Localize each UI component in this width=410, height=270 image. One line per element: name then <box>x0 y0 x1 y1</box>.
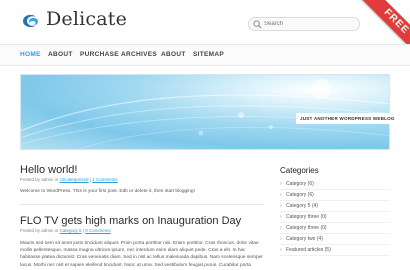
site-tagline: JUST ANOTHER WORDPRESS WEBLOG <box>296 113 399 124</box>
post-title-flo-tv[interactable]: FLO TV gets high marks on Inauguration D… <box>20 215 241 227</box>
nav-about[interactable]: ABOUT <box>48 51 73 58</box>
post-category-link[interactable]: Category 5 <box>60 228 82 233</box>
post-excerpt-line: habitasse platea dictumst. Cras venenati… <box>20 255 263 261</box>
search-box[interactable] <box>248 17 360 31</box>
bullet-arrow-icon: › <box>280 214 282 220</box>
bullet-arrow-icon: › <box>280 247 282 253</box>
search-icon <box>253 20 262 29</box>
nav-home[interactable]: HOME <box>20 51 41 58</box>
nav-archives[interactable]: ARCHIVES <box>121 51 157 58</box>
sidebar-category-item[interactable]: › Category (6) <box>280 190 390 201</box>
main-nav: HOME ABOUT PURCHASE ARCHIVES ABOUT SITEM… <box>0 44 410 66</box>
sidebar-category-item[interactable]: › Category three (0) <box>280 223 390 234</box>
post-excerpt: Mauris sed sem sit amet justo tincidunt … <box>20 240 264 269</box>
bullet-arrow-icon: › <box>280 225 282 231</box>
post-comments-link[interactable]: 0 Comments <box>85 228 111 233</box>
nav-about-2[interactable]: ABOUT <box>161 51 186 58</box>
logo-icon[interactable] <box>20 12 42 30</box>
bullet-arrow-icon: › <box>280 236 282 242</box>
bullet-arrow-icon: › <box>280 181 282 187</box>
site-title[interactable]: Delicate <box>46 8 127 30</box>
post-excerpt-line: lacus. Morbi nec nisl et sapien eleifend… <box>20 262 251 268</box>
sidebar-category-item[interactable]: › Featured articles (5) <box>280 245 390 256</box>
sidebar-category-item[interactable]: › Category two (4) <box>280 234 390 245</box>
post-excerpt-line: Mauris sed sem sit amet justo tincidunt … <box>20 241 259 246</box>
post-divider <box>20 204 264 205</box>
post-meta: Posted by admin in Uncategorized | 1 Com… <box>20 177 118 182</box>
site-header: Delicate <box>0 0 410 42</box>
bullet-arrow-icon: › <box>280 192 282 198</box>
sidebar-categories-title: Categories <box>280 166 319 175</box>
header-banner <box>20 74 390 150</box>
category-label[interactable]: Featured articles (5) <box>286 247 331 253</box>
sidebar-category-item[interactable]: › Category (6) <box>280 179 390 190</box>
category-label[interactable]: Category 5 (4) <box>286 203 318 209</box>
bullet-arrow-icon: › <box>280 203 282 209</box>
sidebar-category-item[interactable]: › Category three (0) <box>280 212 390 223</box>
nav-purchase[interactable]: PURCHASE <box>80 51 119 58</box>
category-label[interactable]: Category (6) <box>286 181 314 187</box>
category-label[interactable]: Category three (0) <box>286 225 327 231</box>
post-meta: Posted by admin in Category 5 | 0 Commen… <box>20 228 111 233</box>
nav-sitemap[interactable]: SITEMAP <box>193 51 224 58</box>
post-title-hello-world[interactable]: Hello world! <box>20 164 77 176</box>
category-label[interactable]: Category two (4) <box>286 236 323 242</box>
post-meta-prefix: Posted by admin in <box>20 228 59 233</box>
category-label[interactable]: Category (6) <box>286 192 314 198</box>
post-meta-prefix: Posted by admin in <box>20 177 59 182</box>
post-excerpt-line: mollis pellentesque, massa magna ultrice… <box>20 248 246 254</box>
category-label[interactable]: Category three (0) <box>286 214 327 220</box>
post-excerpt: Welcome to WordPress. This is your first… <box>20 189 195 194</box>
post-category-link[interactable]: Uncategorized <box>60 177 89 182</box>
sidebar-category-item[interactable]: › Category 5 (4) <box>280 201 390 212</box>
post-comments-link[interactable]: 1 Comments <box>92 177 118 182</box>
search-input[interactable] <box>264 18 356 30</box>
